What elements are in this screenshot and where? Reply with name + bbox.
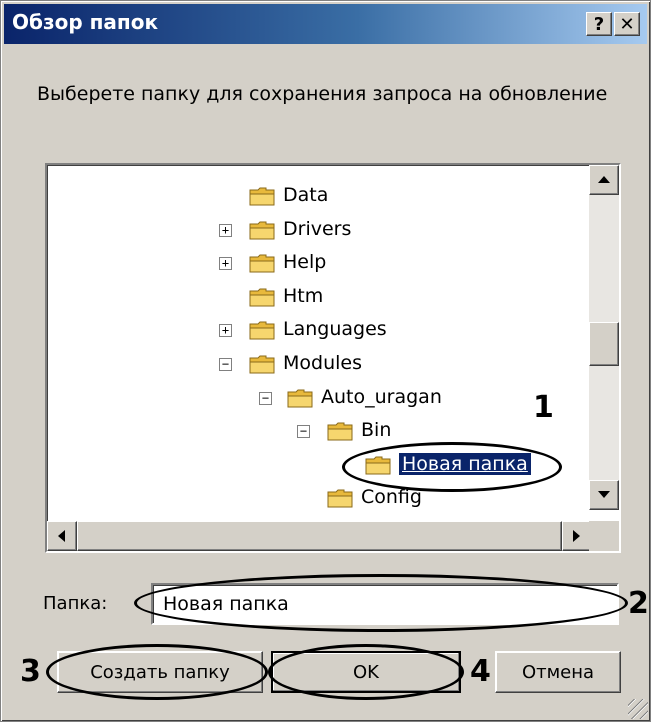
expand-icon[interactable]: + [219, 257, 232, 271]
vertical-scroll-thumb[interactable] [589, 322, 619, 366]
tree-item-label-selected: Новая папка [399, 452, 531, 475]
tree-item[interactable]: Config [47, 483, 592, 510]
tree-item-label: Htm [283, 284, 324, 307]
folder-icon [249, 288, 275, 307]
folder-icon [249, 187, 275, 206]
close-button[interactable]: ✕ [614, 12, 640, 36]
close-icon: ✕ [619, 13, 635, 35]
collapse-icon[interactable]: − [297, 425, 310, 439]
scroll-left-button[interactable] [47, 521, 77, 551]
horizontal-scroll-thumb[interactable] [77, 521, 562, 551]
tree-item-label: Modules [283, 352, 362, 374]
folder-tree[interactable]: Data + Drivers + Help Htm + Languages − Modules − A… [45, 163, 621, 553]
tree-item[interactable]: + Drivers [47, 215, 592, 245]
folder-icon [249, 254, 275, 273]
folder-icon [249, 321, 275, 340]
tree-item[interactable]: + Help [47, 248, 592, 278]
tree-item-label: Bin [361, 419, 392, 442]
callout-number-4: 4 [470, 654, 491, 689]
scrollbar-corner [589, 521, 619, 551]
window-title: Обзор папок [12, 10, 159, 34]
callout-number-1: 1 [533, 390, 554, 425]
folder-name-input[interactable] [151, 583, 619, 625]
folder-icon [249, 221, 275, 240]
expand-icon[interactable]: + [219, 324, 232, 338]
arrow-left-icon [58, 530, 65, 542]
folder-tree-viewport: Data + Drivers + Help Htm + Languages − Modules − A… [47, 165, 592, 510]
browse-folder-dialog: Обзор папок ? ✕ Выберете папку для сохра… [0, 0, 651, 722]
tree-item[interactable]: − Auto_uragan [47, 383, 592, 413]
arrow-down-icon [598, 491, 610, 498]
cancel-button[interactable]: Отмена [495, 651, 621, 693]
scroll-up-button[interactable] [589, 165, 619, 195]
arrow-right-icon [573, 530, 580, 542]
ok-button[interactable]: OK [271, 651, 461, 693]
folder-field-label: Папка: [43, 593, 108, 614]
tree-item[interactable]: − Modules [47, 349, 592, 379]
tree-item[interactable]: Htm [47, 282, 592, 312]
tree-item-label: Drivers [283, 217, 352, 240]
folder-icon [327, 422, 353, 441]
tree-item-label: Languages [283, 318, 387, 341]
collapse-icon[interactable]: − [219, 358, 232, 371]
resize-grip-icon[interactable] [628, 699, 648, 719]
tree-item[interactable]: Новая папка [47, 450, 592, 480]
callout-number-2: 2 [628, 586, 649, 621]
folder-icon [327, 489, 353, 508]
horizontal-scrollbar[interactable] [47, 521, 592, 551]
tree-item[interactable]: − Bin [47, 416, 592, 446]
create-folder-button[interactable]: Создать папку [57, 651, 263, 693]
expand-icon[interactable]: + [219, 223, 232, 237]
help-icon: ? [593, 13, 605, 35]
tree-item-label: Config [361, 486, 422, 509]
vertical-scrollbar[interactable] [589, 165, 619, 510]
tree-item[interactable]: Data [47, 181, 592, 211]
folder-icon [287, 389, 313, 408]
folder-icon [249, 355, 275, 374]
arrow-up-icon [598, 176, 610, 183]
title-bar[interactable]: Обзор папок ? ✕ [4, 4, 647, 44]
scroll-down-button[interactable] [589, 480, 619, 510]
instruction-text: Выберете папку для сохранения запроса на… [37, 83, 608, 105]
tree-item-label: Auto_uragan [321, 385, 442, 408]
scroll-right-button[interactable] [562, 521, 592, 551]
tree-item-label: Data [283, 184, 329, 206]
tree-item[interactable]: + Languages [47, 315, 592, 345]
folder-icon [365, 456, 391, 475]
callout-number-3: 3 [20, 654, 41, 689]
help-button[interactable]: ? [586, 12, 612, 36]
collapse-icon[interactable]: − [259, 391, 272, 405]
tree-item-label: Help [283, 251, 327, 274]
